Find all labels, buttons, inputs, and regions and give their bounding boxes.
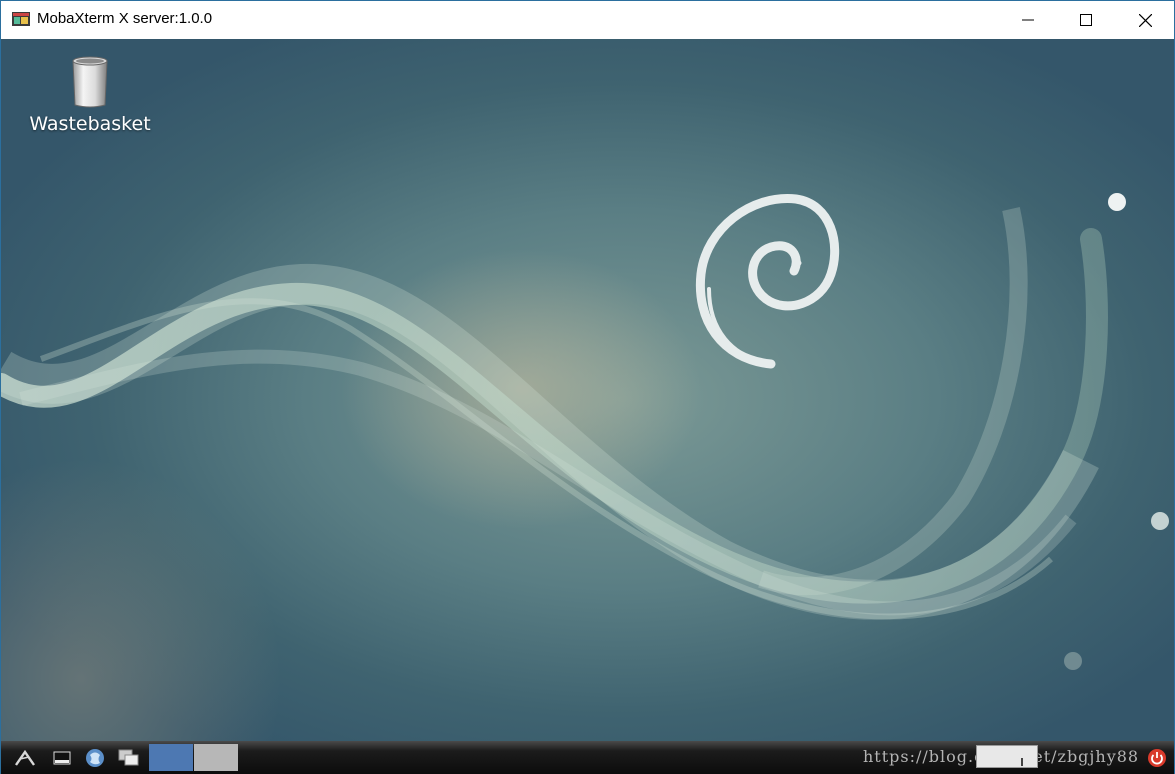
menu-icon <box>15 749 35 766</box>
debian-swirl-logo <box>695 194 840 369</box>
decorative-dot <box>1064 652 1082 670</box>
minimize-icon <box>1022 19 1034 21</box>
wastebasket-label: Wastebasket <box>29 113 151 135</box>
maximize-button[interactable] <box>1057 1 1115 39</box>
title-bar[interactable]: MobaXterm X server:1.0.0 <box>1 1 1174 39</box>
wastebasket-icon <box>72 56 108 108</box>
window-list-icon <box>118 749 139 766</box>
mobaxterm-window: MobaXterm X server:1.0.0 Wastebasket <box>0 0 1175 774</box>
web-browser-icon <box>86 749 104 767</box>
web-browser-button[interactable] <box>81 745 109 771</box>
wallpaper-waves <box>1 207 1108 620</box>
power-icon[interactable] <box>1147 748 1167 768</box>
close-button[interactable] <box>1116 1 1174 39</box>
workspace-2-button[interactable] <box>194 744 238 771</box>
app-icon <box>12 12 30 26</box>
desktop-icon-wastebasket[interactable]: Wastebasket <box>23 55 157 135</box>
window-list-button[interactable] <box>115 745 143 771</box>
terminal-icon <box>53 751 71 765</box>
minimize-button[interactable] <box>999 1 1057 39</box>
desktop[interactable]: Wastebasket <box>1 39 1174 741</box>
terminal-button[interactable] <box>49 745 75 771</box>
decorative-dot <box>1151 512 1169 530</box>
decorative-dot <box>1108 193 1126 211</box>
tray-tick <box>1021 758 1023 766</box>
maximize-icon <box>1080 14 1092 26</box>
workspace-1-button[interactable] <box>149 744 193 771</box>
window-title: MobaXterm X server:1.0.0 <box>37 10 213 27</box>
close-icon <box>1138 13 1152 27</box>
taskbar: https://blog.csdn.net/zbgjhy88 <box>1 741 1174 774</box>
tray-widget[interactable] <box>976 745 1038 768</box>
menu-button[interactable] <box>11 745 39 771</box>
